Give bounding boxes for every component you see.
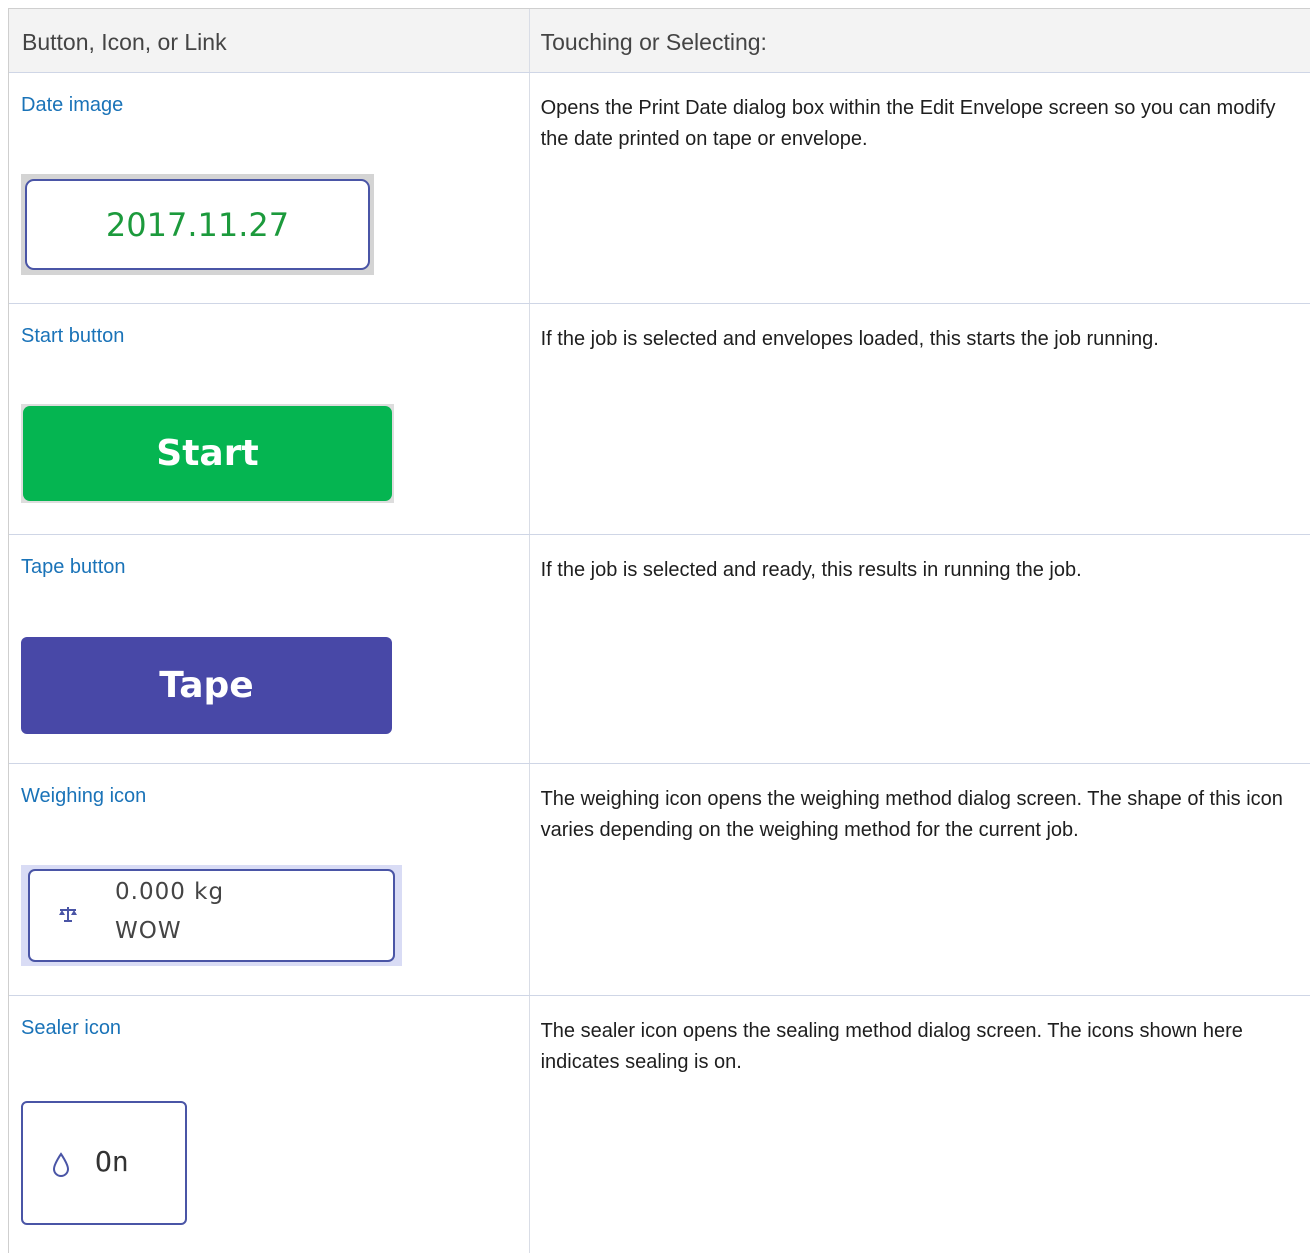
table-row: Start button Start If the job is selecte…: [9, 304, 1310, 535]
header-cell-touching-selecting: Touching or Selecting:: [540, 29, 767, 55]
row-description: The sealer icon opens the sealing method…: [540, 1020, 1243, 1073]
row-description: If the job is selected and ready, this r…: [540, 559, 1082, 581]
row-description: Opens the Print Date dialog box within t…: [540, 97, 1276, 150]
row-description: If the job is selected and envelopes loa…: [540, 328, 1159, 350]
start-button-link[interactable]: Start button: [21, 325, 124, 348]
table-row: Tape button Tape If the job is selected …: [9, 535, 1310, 764]
date-image-link[interactable]: Date image: [21, 94, 123, 117]
date-image[interactable]: 2017.11.27: [21, 174, 374, 275]
tape-button[interactable]: Tape: [21, 637, 392, 734]
row-item-cell: Date image 2017.11.27: [9, 73, 530, 303]
sealer-icon-link[interactable]: Sealer icon: [21, 1017, 121, 1040]
start-button[interactable]: Start: [23, 406, 392, 501]
water-drop-icon: [52, 1152, 70, 1177]
weight-value: 0.000 kg: [115, 879, 225, 905]
row-item-cell: Start button Start: [9, 304, 530, 534]
sealer-status: On: [95, 1145, 129, 1178]
sealer-icon-image[interactable]: On: [21, 1101, 187, 1225]
date-display: 2017.11.27: [25, 179, 370, 270]
header-cell-button-icon-link: Button, Icon, or Link: [9, 9, 530, 72]
weighing-method: WOW: [115, 918, 182, 944]
tape-button-link[interactable]: Tape button: [21, 556, 126, 579]
row-item-cell: Weighing icon 0.000 kg WOW: [9, 764, 530, 995]
scale-icon: [59, 907, 77, 922]
start-button-image[interactable]: Start: [21, 404, 394, 503]
weighing-icon-link[interactable]: Weighing icon: [21, 785, 146, 808]
table-header-row: Button, Icon, or Link Touching or Select…: [9, 8, 1310, 73]
table-row: Date image 2017.11.27 Opens the Print Da…: [9, 73, 1310, 304]
row-item-cell: Tape button Tape: [9, 535, 530, 763]
weighing-box[interactable]: 0.000 kg WOW: [28, 869, 395, 962]
weighing-icon-image[interactable]: 0.000 kg WOW: [21, 865, 402, 966]
table-row: Sealer icon On The sealer icon opens the…: [9, 996, 1310, 1253]
table-row: Weighing icon 0.000 kg WOW The weighing …: [9, 764, 1310, 996]
row-item-cell: Sealer icon On: [9, 996, 530, 1253]
row-description: The weighing icon opens the weighing met…: [540, 788, 1283, 841]
reference-table: Button, Icon, or Link Touching or Select…: [8, 8, 1310, 1253]
